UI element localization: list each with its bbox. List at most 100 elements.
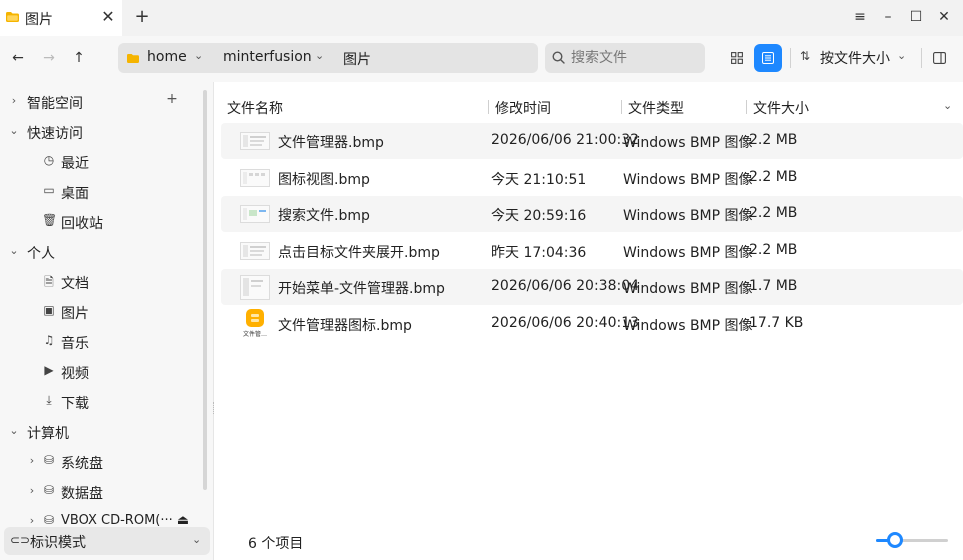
clock-icon: ◷ [43, 153, 55, 167]
sidebar-scrollbar[interactable] [203, 90, 207, 490]
sidebar-item-recent[interactable]: ◷ 最近 [0, 148, 200, 176]
item-count: 6 个项目 [248, 536, 304, 552]
chevron-down-icon[interactable]: ⌄ [315, 49, 324, 62]
sidebar-item-label: 音乐 [61, 336, 89, 352]
tab-bar: 图片 ✕ + ≡ – ☐ ✕ [0, 0, 963, 36]
sidebar-item-downloads[interactable]: ⤓ 下载 [0, 388, 200, 416]
file-type: Windows BMP 图像 [623, 172, 753, 188]
tag-mode-selector[interactable]: ⊂⊃ 标识模式 ⌄ [4, 527, 210, 555]
table-row[interactable]: 搜索文件.bmp 今天 20:59:16 Windows BMP 图像 2.2 … [221, 196, 963, 232]
breadcrumb-pictures[interactable]: 图片 [343, 49, 371, 69]
file-modified: 今天 21:10:51 [491, 172, 587, 188]
image-icon: ▣ [43, 303, 55, 317]
sidebar-group-personal[interactable]: ⌄ 个人 [0, 238, 200, 266]
chevron-down-icon[interactable]: ⌄ [8, 124, 20, 137]
sort-label: 按文件大小 [820, 51, 890, 67]
drive-icon: ⛁ [43, 483, 55, 497]
image-thumbnail-icon [240, 242, 270, 260]
file-size: 2.2 MB [749, 242, 798, 258]
back-button[interactable]: ← [9, 48, 27, 68]
sidebar: › 智能空间 + ⌄ 快速访问 ◷ 最近 ▭ 桌面 🗑 回收站 ⌄ 个人 🗎 文… [0, 82, 214, 560]
sidebar-item-pictures[interactable]: ▣ 图片 [0, 298, 200, 326]
icon-view-button[interactable] [723, 44, 751, 72]
chevron-down-icon[interactable]: ⌄ [943, 99, 952, 112]
sidebar-item-label: 最近 [61, 156, 89, 172]
file-name: 开始菜单-文件管理器.bmp [278, 281, 445, 297]
image-thumbnail-icon [240, 132, 270, 150]
tag-mode-label: 标识模式 [30, 535, 86, 551]
menu-icon[interactable]: ≡ [852, 8, 868, 26]
table-row[interactable]: 图标视图.bmp 今天 21:10:51 Windows BMP 图像 2.2 … [221, 160, 963, 196]
table-row[interactable]: 点击目标文件夹展开.bmp 昨天 17:04:36 Windows BMP 图像… [221, 233, 963, 269]
file-list: 文件名称 修改时间 文件类型 文件大小 ⌄ 文件管理器.bmp 2026/06/… [215, 82, 963, 560]
search-input[interactable] [571, 47, 699, 69]
sidebar-item-cdrom[interactable]: › ⛁ VBOX CD-ROM(··· ⏏ [0, 508, 200, 528]
file-name: 搜索文件.bmp [278, 208, 370, 224]
column-header-size[interactable]: 文件大小 [753, 98, 809, 118]
chevron-down-icon[interactable]: ⌄ [8, 424, 20, 437]
tab-pictures[interactable]: 图片 ✕ [0, 0, 122, 36]
close-window-button[interactable]: ✕ [936, 8, 952, 26]
table-row[interactable]: 文件管… 文件管理器图标.bmp 2026/06/06 20:40:13 Win… [221, 306, 963, 342]
file-modified: 昨天 17:04:36 [491, 245, 587, 261]
chevron-down-icon[interactable]: ⌄ [194, 49, 203, 62]
add-icon[interactable]: + [165, 91, 179, 107]
chevron-right-icon[interactable]: › [26, 484, 38, 497]
column-header-type[interactable]: 文件类型 [628, 98, 684, 118]
chevron-right-icon[interactable]: › [26, 454, 38, 467]
column-header-name[interactable]: 文件名称 [227, 98, 283, 118]
sidebar-item-label: 文档 [61, 276, 89, 292]
sidebar-item-label: 快速访问 [27, 126, 83, 142]
file-name: 图标视图.bmp [278, 172, 370, 188]
column-divider[interactable] [746, 100, 747, 114]
chevron-down-icon: ⌄ [897, 49, 907, 62]
folder-icon [127, 54, 139, 63]
sidebar-item-label: 回收站 [61, 216, 103, 232]
column-divider[interactable] [488, 100, 489, 114]
sidebar-item-videos[interactable]: ▶ 视频 [0, 358, 200, 386]
sidebar-panel-icon [932, 52, 946, 64]
sidebar-item-desktop[interactable]: ▭ 桌面 [0, 178, 200, 206]
chevron-down-icon[interactable]: ⌄ [8, 244, 20, 257]
file-name: 文件管理器.bmp [278, 135, 384, 151]
sidebar-item-documents[interactable]: 🗎 文档 [0, 268, 200, 296]
sidebar-group-quick-access[interactable]: ⌄ 快速访问 [0, 118, 200, 146]
table-row[interactable]: 文件管理器.bmp 2026/06/06 21:00:32 Windows BM… [221, 123, 963, 159]
sidebar-group-computer[interactable]: ⌄ 计算机 [0, 418, 200, 446]
chevron-right-icon[interactable]: › [8, 94, 20, 107]
search-box[interactable] [545, 43, 705, 73]
sidebar-item-label: 数据盘 [61, 486, 103, 502]
sidebar-item-label: VBOX CD-ROM(··· ⏏ [61, 513, 190, 528]
sidebar-item-music[interactable]: ♫ 音乐 [0, 328, 200, 356]
new-tab-button[interactable]: + [134, 7, 150, 27]
list-icon [762, 52, 774, 64]
svg-text:文件管…: 文件管… [243, 330, 267, 338]
download-icon: ⤓ [46, 393, 52, 407]
chevron-right-icon[interactable]: › [26, 514, 38, 527]
up-button[interactable]: ↑ [70, 48, 88, 68]
maximize-button[interactable]: ☐ [908, 8, 924, 26]
sidebar-item-label: 图片 [61, 306, 89, 322]
tab-close-icon[interactable]: ✕ [101, 8, 115, 26]
sidebar-item-label: 视频 [61, 366, 89, 382]
breadcrumb-user[interactable]: minterfusion [223, 49, 312, 65]
column-divider[interactable] [621, 100, 622, 114]
list-view-button[interactable] [754, 44, 782, 72]
splitter-handle[interactable] [213, 402, 214, 414]
toolbar: ← → ↑ home ⌄ minterfusion ⌄ 图片 搜索文件 ⇅ 按文… [0, 36, 963, 82]
image-thumbnail-icon [240, 275, 270, 300]
minimize-button[interactable]: – [880, 8, 896, 26]
file-size: 1.7 MB [749, 278, 798, 294]
sidebar-item-data-disk[interactable]: › ⛁ 数据盘 [0, 478, 200, 506]
sort-icon: ⇅ [800, 49, 811, 63]
sidebar-item-system-disk[interactable]: › ⛁ 系统盘 [0, 448, 200, 476]
document-icon: 🗎 [44, 275, 54, 289]
sidebar-item-trash[interactable]: 🗑 回收站 [0, 208, 200, 236]
file-modified: 2026/06/06 20:38:04 [491, 278, 640, 294]
column-header-modified[interactable]: 修改时间 [495, 98, 551, 118]
breadcrumb-home[interactable]: home [147, 49, 187, 65]
detail-panel-button[interactable] [925, 44, 953, 72]
forward-button[interactable]: → [40, 48, 58, 68]
table-row[interactable]: 开始菜单-文件管理器.bmp 2026/06/06 20:38:04 Windo… [221, 269, 963, 305]
file-manager-app-icon: 文件管… [243, 309, 267, 338]
